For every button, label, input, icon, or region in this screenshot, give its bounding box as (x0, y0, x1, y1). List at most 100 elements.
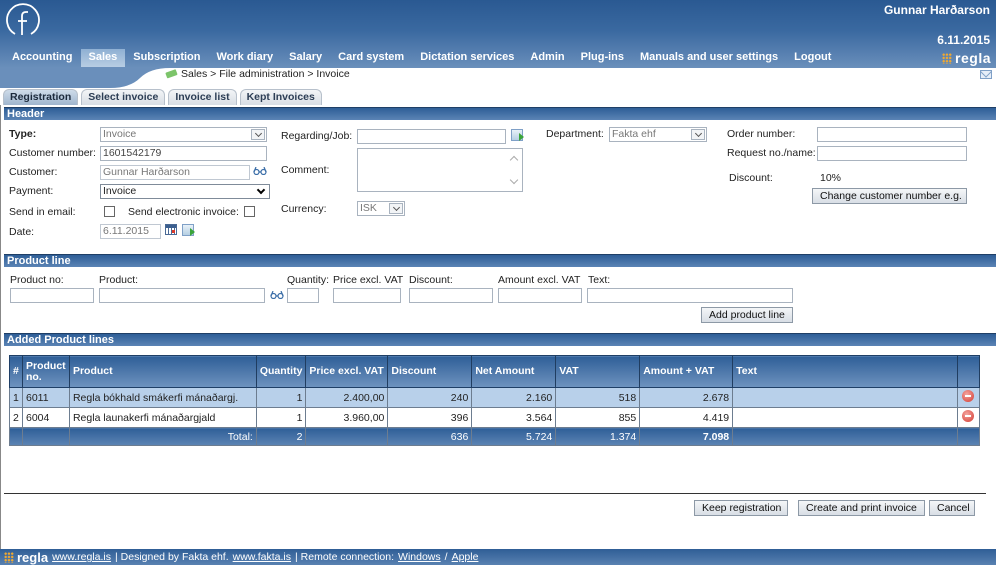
nav-salary[interactable]: Salary (281, 49, 330, 67)
row-discount: 240 (387, 387, 473, 408)
row-amount-vat: 4.419 (639, 407, 734, 428)
tab-registration[interactable]: Registration (3, 89, 79, 105)
regarding-label: Regarding/Job: (281, 130, 353, 142)
department-select[interactable]: Fakta ehf (609, 127, 707, 142)
footer-remote-text: | Remote connection: (295, 551, 395, 563)
create-print-invoice-button[interactable]: Create and print invoice (798, 500, 925, 516)
row-price: 2.400,00 (305, 387, 389, 408)
added-lines-section-title: Added Product lines (4, 333, 996, 346)
row-product: Regla launakerfi mánaðargjald (68, 407, 257, 428)
product-no-field[interactable] (10, 288, 94, 303)
search-glasses-icon[interactable] (270, 291, 284, 299)
customer-number-field[interactable]: 1601542179 (100, 146, 267, 161)
tab-select-invoice[interactable]: Select invoice (81, 89, 166, 105)
cancel-button[interactable]: Cancel (929, 500, 975, 516)
payment-select[interactable]: Invoice (100, 184, 270, 199)
product-field[interactable] (99, 288, 265, 303)
customer-field[interactable]: Gunnar Harðarson (100, 165, 250, 180)
apple-link[interactable]: Apple (452, 551, 479, 563)
customer-label: Customer: (9, 166, 58, 178)
request-label: Request no./name: (727, 147, 816, 159)
total-empty (9, 427, 23, 446)
fakta-link[interactable]: www.fakta.is (233, 551, 291, 563)
nav-admin[interactable]: Admin (522, 49, 572, 67)
table-row[interactable]: 1 6011 Regla bókhald smákerfi mánaðargj.… (9, 387, 981, 408)
total-empty (732, 427, 958, 446)
discount-line-label: Discount: (409, 274, 453, 286)
nav-card-system[interactable]: Card system (330, 49, 412, 67)
change-customer-button[interactable]: Change customer number e.g. (812, 188, 967, 204)
content-border (0, 105, 1, 549)
request-field[interactable] (817, 146, 967, 161)
regla-brand: regla (942, 50, 991, 66)
nav-dictation-services[interactable]: Dictation services (412, 49, 522, 67)
scroll-up-icon[interactable] (509, 155, 519, 165)
scroll-down-icon[interactable] (509, 175, 519, 185)
add-product-line-button[interactable]: Add product line (701, 307, 793, 323)
col-actions (956, 355, 981, 388)
search-glasses-icon[interactable] (253, 167, 267, 175)
col-product-no: Product no. (21, 355, 70, 388)
go-arrow-icon[interactable] (182, 224, 195, 236)
discount-field[interactable] (409, 288, 493, 303)
quantity-field[interactable] (287, 288, 319, 303)
col-number: # (9, 355, 23, 388)
currency-select[interactable]: ISK (357, 201, 405, 216)
payment-label: Payment: (9, 185, 54, 197)
tab-kept-invoices[interactable]: Kept Invoices (239, 89, 322, 105)
tab-invoice-list[interactable]: Invoice list (168, 89, 237, 105)
footer-brand: regla (4, 550, 48, 565)
windows-link[interactable]: Windows (398, 551, 441, 563)
total-label: Total: (68, 427, 257, 446)
discount-value: 10% (820, 172, 842, 184)
type-select[interactable]: Invoice (100, 127, 267, 142)
nav-subscription[interactable]: Subscription (125, 49, 208, 67)
regarding-field[interactable] (357, 129, 506, 144)
chevron-down-icon (691, 129, 705, 140)
delete-icon[interactable] (962, 390, 975, 402)
product-line-section-title: Product line (4, 254, 996, 267)
footer: regla www.regla.is | Designed by Fakta e… (0, 549, 996, 565)
comment-textarea[interactable] (357, 148, 523, 192)
row-text (732, 387, 958, 408)
type-value: Invoice (103, 128, 137, 140)
price-field[interactable] (333, 288, 401, 303)
row-quantity: 1 (255, 387, 307, 408)
row-net-amount: 3.564 (471, 407, 557, 428)
nav-manuals[interactable]: Manuals and user settings (632, 49, 786, 67)
regla-brand-text: regla (955, 50, 991, 66)
col-quantity: Quantity (255, 355, 307, 388)
mail-icon[interactable] (980, 70, 992, 79)
row-product: Regla bókhald smákerfi mánaðargj. (68, 387, 257, 408)
col-amount-vat: Amount + VAT (639, 355, 734, 388)
row-number: 1 (9, 387, 23, 408)
col-text: Text (732, 355, 958, 388)
total-vat: 1.374 (555, 427, 641, 446)
send-email-checkbox[interactable] (104, 206, 115, 217)
calendar-icon[interactable] (165, 224, 177, 235)
date-field[interactable]: 6.11.2015 (100, 224, 161, 239)
delete-icon[interactable] (962, 410, 975, 422)
row-delete-cell (956, 387, 981, 408)
customer-number-label: Customer number: (9, 147, 96, 159)
nav-logout[interactable]: Logout (786, 49, 839, 67)
nav-accounting[interactable]: Accounting (4, 49, 81, 67)
keep-registration-button[interactable]: Keep registration (694, 500, 788, 516)
send-email-label: Send in email: (9, 206, 76, 218)
order-number-field[interactable] (817, 127, 967, 142)
go-arrow-icon[interactable] (511, 129, 524, 141)
nav-work-diary[interactable]: Work diary (208, 49, 281, 67)
amount-field[interactable] (498, 288, 582, 303)
row-vat: 518 (555, 387, 641, 408)
regla-link[interactable]: www.regla.is (52, 551, 111, 563)
row-text (732, 407, 958, 428)
text-field[interactable] (587, 288, 793, 303)
nav-sales[interactable]: Sales (80, 49, 126, 67)
send-einvoice-checkbox[interactable] (244, 206, 255, 217)
product-label: Product: (99, 274, 139, 286)
row-price: 3.960,00 (305, 407, 389, 428)
table-row[interactable]: 2 6004 Regla launakerfi mánaðargjald 1 3… (9, 407, 981, 428)
nav-plug-ins[interactable]: Plug-ins (573, 49, 632, 67)
current-date: 6.11.2015 (937, 33, 990, 47)
row-product-no: 6004 (21, 407, 70, 428)
